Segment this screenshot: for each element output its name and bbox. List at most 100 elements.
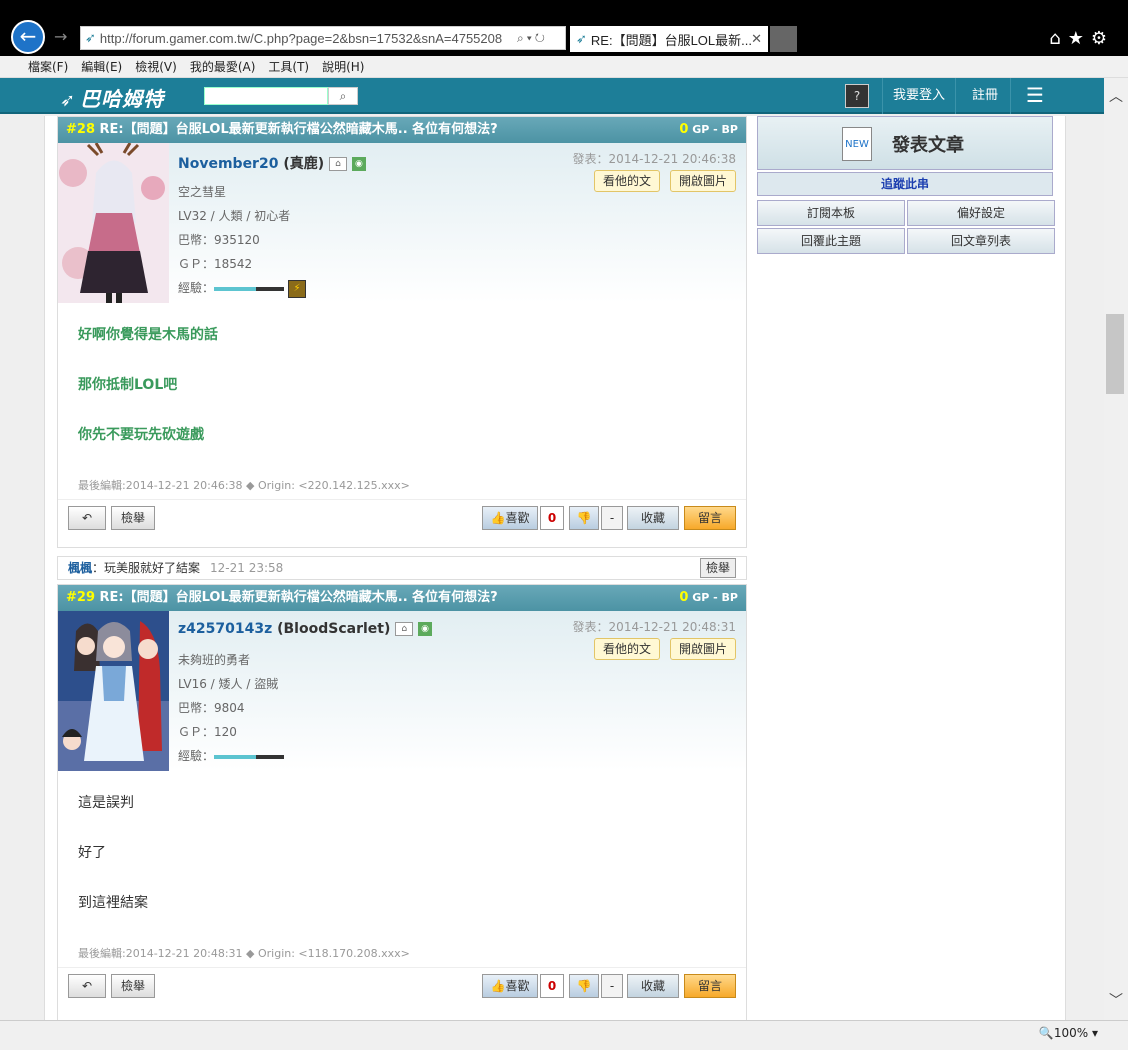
site-logo[interactable]: ➶ 巴哈姆特 xyxy=(60,83,164,112)
thumbs-up-icon: 👍 xyxy=(490,979,506,993)
home-icon[interactable]: ⌂ xyxy=(395,622,414,636)
user-gp: ＧＰ：120 xyxy=(178,725,237,739)
register-link[interactable]: 註冊 xyxy=(960,78,1012,114)
user-gp: ＧＰ：18542 xyxy=(178,257,253,271)
address-url[interactable]: http://forum.gamer.com.tw/C.php?page=2&b… xyxy=(100,31,517,46)
new-tab-button[interactable] xyxy=(770,26,797,52)
rss-icon[interactable]: ◉ xyxy=(351,157,366,171)
exp-bar xyxy=(214,286,285,291)
new-post-label: 發表文章 xyxy=(892,135,964,156)
menu-file[interactable]: 檔案(F) xyxy=(28,58,68,75)
reply-quote-icon[interactable]: ↶ xyxy=(68,974,106,998)
comment-report-button[interactable]: 檢舉 xyxy=(699,558,736,578)
post-content: 好啊你覺得是木馬的話 那你抵制LOL吧 你先不要玩先砍遊戲 xyxy=(58,303,746,448)
menu-view[interactable]: 檢視(V) xyxy=(135,58,177,75)
comment-row: 楓楓：玩美服就好了結案 12-21 23:58 檢舉 xyxy=(57,556,747,580)
username-text[interactable]: z42570143z xyxy=(178,621,272,637)
thumbs-up-icon: 👍 xyxy=(490,511,506,525)
browser-tab[interactable]: ➶ RE:【問題】台服LOL最新... ✕ xyxy=(570,26,768,52)
username-text[interactable]: November20 xyxy=(178,156,278,172)
post-actions: ↶ 檢舉 👍喜歡 0 👎 - 收藏 留言 xyxy=(58,499,746,537)
forward-arrow-icon[interactable]: → xyxy=(54,27,67,46)
edit-info: 最後編輯:2014-12-21 20:48:31 ◆ Origin: <118.… xyxy=(78,947,410,960)
scroll-thumb[interactable] xyxy=(1106,314,1124,394)
user-avatar[interactable] xyxy=(58,611,169,771)
scroll-down-icon[interactable]: ﹀ xyxy=(1109,990,1123,1010)
vertical-scrollbar[interactable]: ︿ ﹀ xyxy=(1104,78,1128,1020)
open-images-button[interactable]: 開啟圖片 xyxy=(669,170,736,192)
post-28: #28 RE:【問題】台服LOL最新更新執行檔公然暗藏木馬.. 各位有何想法? … xyxy=(57,116,747,548)
home-star-gear-icons[interactable]: ⌂★⚙ xyxy=(1049,28,1114,49)
collect-button[interactable]: 收藏 xyxy=(627,506,679,530)
user-coins: 巴幣：9804 xyxy=(178,701,245,715)
user-exp: 經驗： xyxy=(178,747,285,764)
search-icon[interactable]: ⌕ xyxy=(328,87,358,105)
gp-label: GP xyxy=(692,591,710,604)
gp-label: GP xyxy=(692,123,710,136)
post-date: 發表：2014-12-21 20:48:31 xyxy=(572,620,736,634)
view-user-posts-button[interactable]: 看他的文 xyxy=(593,638,660,660)
guest-avatar-icon[interactable]: ? xyxy=(845,84,869,108)
rss-icon[interactable]: ◉ xyxy=(418,622,433,636)
track-thread-button[interactable]: 追蹤此串 xyxy=(757,172,1053,196)
back-arrow-icon[interactable]: ← xyxy=(11,20,45,54)
comment-button[interactable]: 留言 xyxy=(684,974,736,998)
new-post-icon: NEW xyxy=(842,127,872,161)
status-bar: 🔍100% ▾ xyxy=(0,1020,1128,1050)
collect-button[interactable]: 收藏 xyxy=(627,974,679,998)
new-post-button[interactable]: NEW 發表文章 xyxy=(757,116,1053,170)
preferences-button[interactable]: 偏好設定 xyxy=(907,200,1055,226)
user-level: LV32 / 人類 / 初心者 xyxy=(178,209,291,223)
tab-close-icon[interactable]: ✕ xyxy=(751,31,762,47)
username[interactable]: z42570143z (BloodScarlet) ⌂ ◉ xyxy=(178,621,433,637)
subscribe-board-button[interactable]: 訂閱本板 xyxy=(757,200,905,226)
post-line: 你先不要玩先砍遊戲 xyxy=(78,427,204,443)
post-line: 這是誤判 xyxy=(78,795,134,811)
address-bar[interactable]: ➶ http://forum.gamer.com.tw/C.php?page=2… xyxy=(80,26,566,50)
zoom-value: 100% xyxy=(1053,1026,1089,1040)
post-title[interactable]: RE:【問題】台服LOL最新更新執行檔公然暗藏木馬.. 各位有何想法? xyxy=(100,122,498,137)
menu-favorites[interactable]: 我的最愛(A) xyxy=(190,58,256,75)
report-button[interactable]: 檢舉 xyxy=(111,974,155,998)
nickname: (BloodScarlet) xyxy=(277,621,391,637)
post-line: 好了 xyxy=(78,845,106,861)
class-badge-icon: ⚡ xyxy=(288,279,307,298)
post-date: 發表：2014-12-21 20:46:38 xyxy=(572,152,736,166)
tab-favicon-icon: ➶ xyxy=(576,31,587,46)
view-user-posts-button[interactable]: 看他的文 xyxy=(593,170,660,192)
search-refresh-icon[interactable]: ⌕▾↻ xyxy=(517,31,565,46)
thumbs-down-icon[interactable]: 👎 xyxy=(569,974,599,998)
home-icon[interactable]: ⌂ xyxy=(329,157,347,171)
like-label: 喜歡 xyxy=(505,511,530,525)
logo-text: 巴哈姆特 xyxy=(80,87,165,111)
hamburger-menu-icon[interactable]: ☰ xyxy=(1020,85,1050,106)
menu-edit[interactable]: 編輯(E) xyxy=(81,58,122,75)
user-coins: 巴幣：935120 xyxy=(178,233,260,247)
username[interactable]: November20 (真鹿) ⌂ ◉ xyxy=(178,153,366,173)
user-avatar[interactable] xyxy=(58,143,169,303)
zoom-level[interactable]: 🔍100% ▾ xyxy=(1039,1026,1098,1040)
like-count: 0 xyxy=(540,506,564,530)
dragon-logo-icon: ➶ xyxy=(60,90,77,111)
like-button[interactable]: 👍喜歡 xyxy=(482,974,538,998)
back-to-list-button[interactable]: 回文章列表 xyxy=(907,228,1055,254)
post-title[interactable]: RE:【問題】台服LOL最新更新執行檔公然暗藏木馬.. 各位有何想法? xyxy=(100,590,498,605)
search-input[interactable] xyxy=(204,87,328,105)
post-number: #28 xyxy=(66,122,95,137)
menu-help[interactable]: 說明(H) xyxy=(322,58,364,75)
open-images-button[interactable]: 開啟圖片 xyxy=(669,638,736,660)
like-label: 喜歡 xyxy=(505,979,530,993)
comment-user[interactable]: 楓楓 xyxy=(68,561,92,575)
zoom-icon: 🔍 xyxy=(1038,1026,1054,1040)
menu-tools[interactable]: 工具(T) xyxy=(268,58,309,75)
comment-button[interactable]: 留言 xyxy=(684,506,736,530)
reply-quote-icon[interactable]: ↶ xyxy=(68,506,106,530)
like-button[interactable]: 👍喜歡 xyxy=(482,506,538,530)
login-link[interactable]: 我要登入 xyxy=(882,78,957,114)
thumbs-down-icon[interactable]: 👎 xyxy=(569,506,599,530)
comment-time: 12-21 23:58 xyxy=(210,561,284,575)
user-exp: 經驗： ⚡ xyxy=(178,279,307,298)
scroll-up-icon[interactable]: ︿ xyxy=(1109,86,1123,106)
report-button[interactable]: 檢舉 xyxy=(111,506,155,530)
back-to-topic-button[interactable]: 回覆此主題 xyxy=(757,228,905,254)
